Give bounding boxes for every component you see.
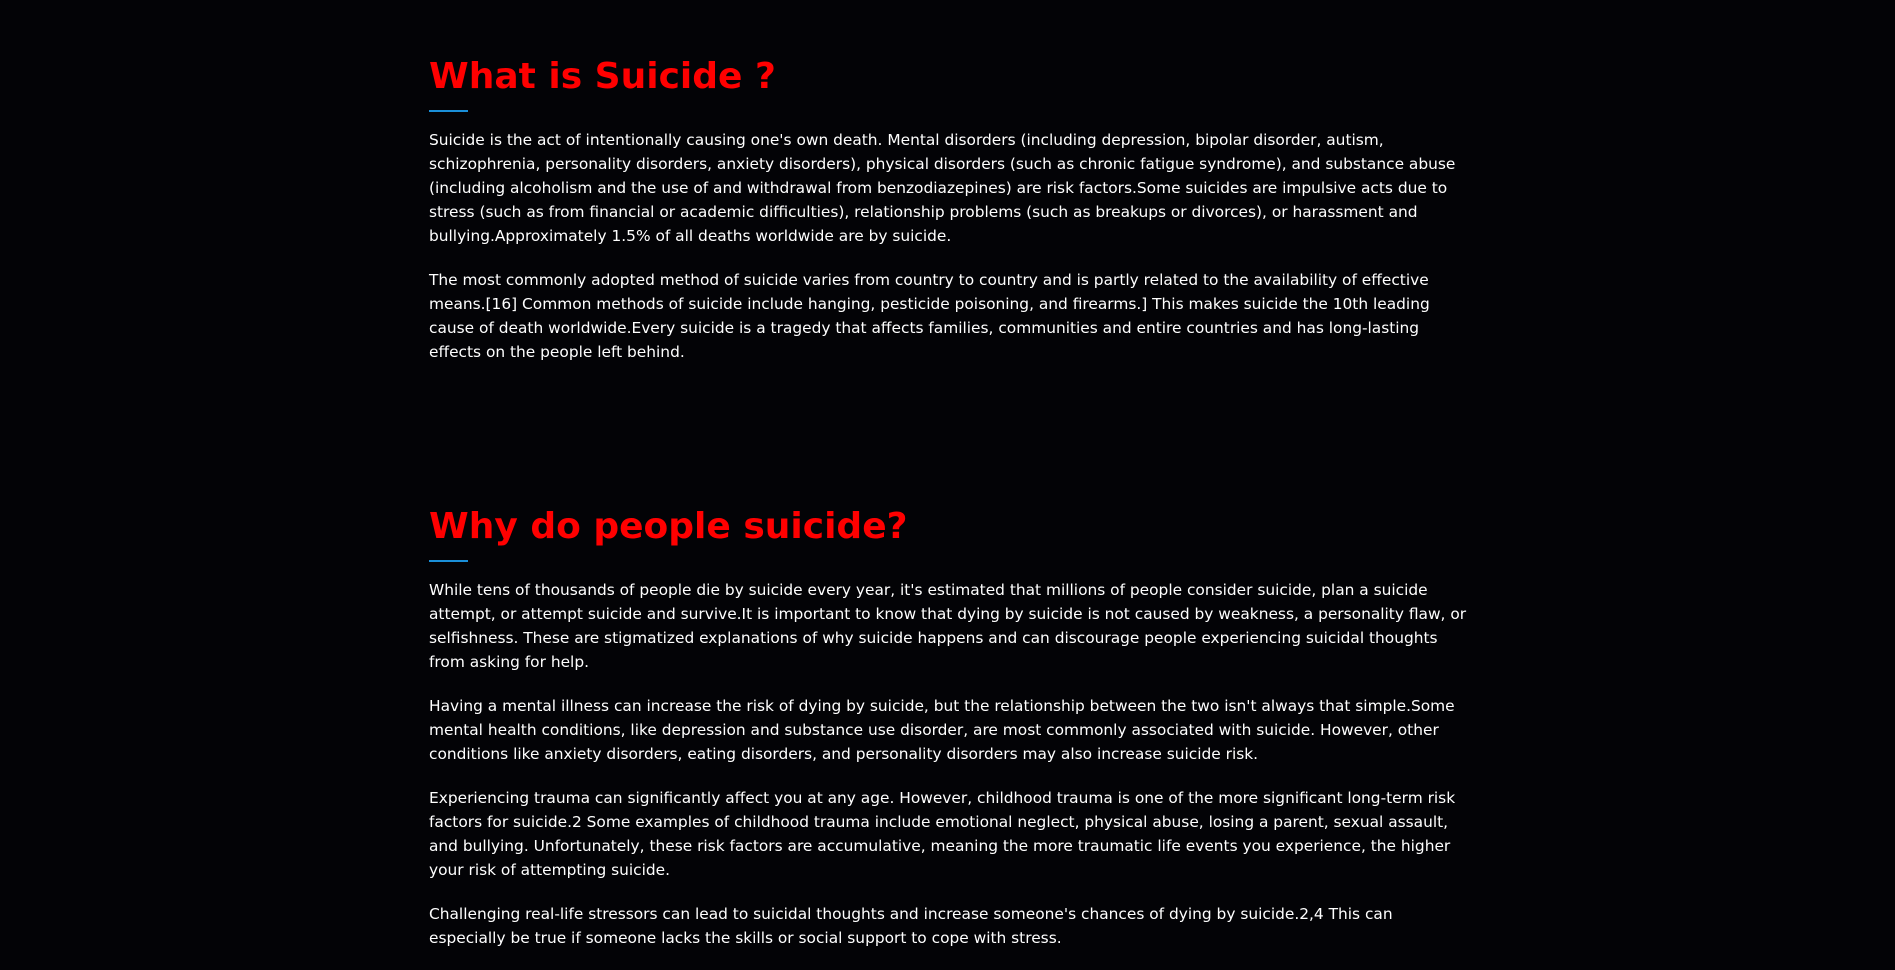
- section-what-is-suicide: What is Suicide ? Suicide is the act of …: [429, 55, 1469, 384]
- paragraph: Having a mental illness can increase the…: [429, 697, 1455, 763]
- section-title: What is Suicide ?: [429, 56, 776, 97]
- title-underline: [429, 560, 468, 562]
- paragraph: Experiencing trauma can significantly af…: [429, 789, 1456, 879]
- section-title: Why do people suicide?: [429, 506, 908, 547]
- section-why-people-suicide: Why do people suicide? While tens of tho…: [429, 505, 1469, 970]
- paragraph: The most commonly adopted method of suic…: [429, 271, 1430, 361]
- paragraph: Challenging real-life stressors can lead…: [429, 905, 1393, 947]
- paragraph: Suicide is the act of intentionally caus…: [429, 131, 1456, 245]
- title-underline: [429, 110, 468, 112]
- paragraph: While tens of thousands of people die by…: [429, 581, 1467, 671]
